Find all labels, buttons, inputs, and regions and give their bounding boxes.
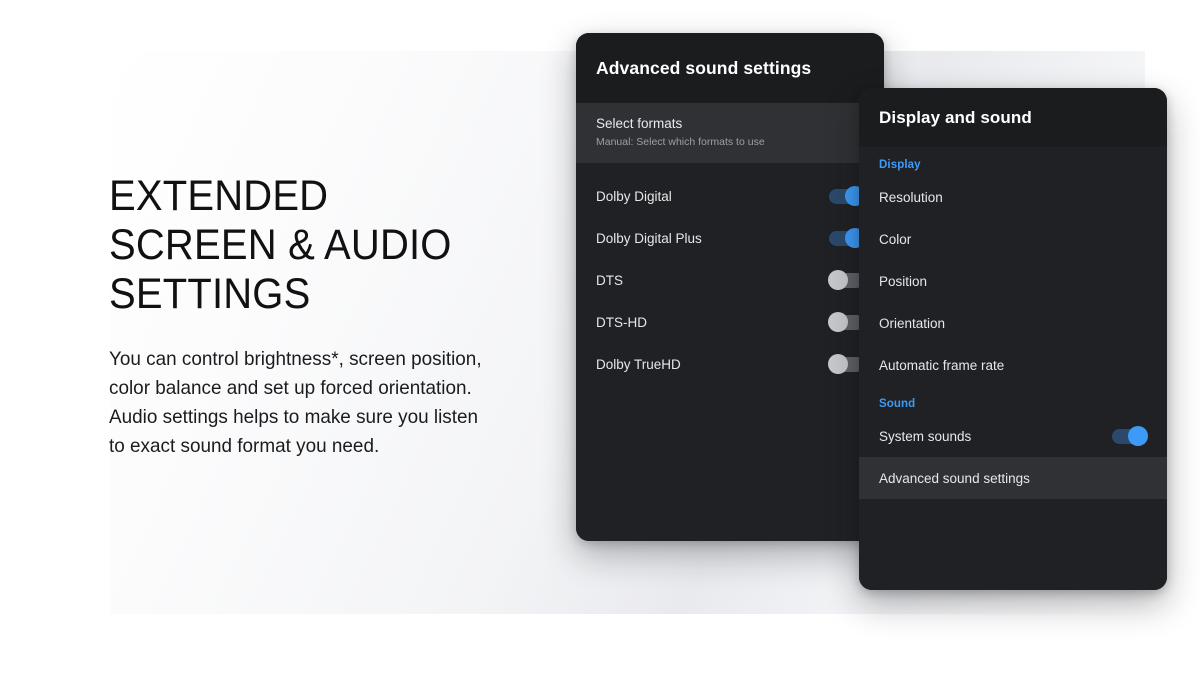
display-panel-header: Display and sound	[859, 88, 1167, 147]
menu-item-label: Color	[879, 231, 912, 247]
menu-item-label: Advanced sound settings	[879, 470, 1030, 486]
select-formats-title: Select formats	[596, 116, 683, 131]
toggle-knob	[828, 270, 848, 290]
toggle-knob	[828, 354, 848, 374]
menu-item-advanced-sound-settings[interactable]: Advanced sound settings	[859, 457, 1167, 499]
format-label: Dolby TrueHD	[596, 356, 681, 372]
format-label: Dolby Digital	[596, 188, 672, 204]
menu-item-system-sounds[interactable]: System sounds	[859, 415, 1167, 457]
format-label: DTS	[596, 272, 623, 288]
display-panel-body: Display Resolution Color Position Orient…	[859, 147, 1167, 590]
menu-item-orientation[interactable]: Orientation	[859, 302, 1167, 344]
toggle-knob	[828, 312, 848, 332]
display-and-sound-panel: Display and sound Display Resolution Col…	[859, 88, 1167, 590]
menu-item-label: Orientation	[879, 315, 946, 331]
section-header-sound: Sound	[879, 398, 916, 410]
section-header-display: Display	[879, 159, 921, 171]
advanced-sound-settings-panel: Advanced sound settings Select formats M…	[576, 33, 884, 541]
menu-item-label: Resolution	[879, 189, 943, 205]
menu-item-color[interactable]: Color	[859, 218, 1167, 260]
menu-item-label: Position	[879, 273, 928, 289]
screenshot-root: EXTENDED SCREEN & AUDIO SETTINGS You can…	[0, 0, 1200, 675]
menu-item-position[interactable]: Position	[859, 260, 1167, 302]
advanced-panel-header: Advanced sound settings	[576, 33, 884, 103]
select-formats-row[interactable]: Select formats Manual: Select which form…	[576, 103, 884, 163]
menu-item-label: Automatic frame rate	[879, 357, 1005, 373]
advanced-panel-body: Select formats Manual: Select which form…	[576, 103, 884, 541]
page-title: EXTENDED SCREEN & AUDIO SETTINGS	[109, 172, 452, 318]
format-row-dts[interactable]: DTS	[576, 259, 884, 301]
promo-description: You can control brightness*, screen posi…	[109, 348, 482, 457]
menu-item-automatic-frame-rate[interactable]: Automatic frame rate	[859, 344, 1167, 386]
format-row-dts-hd[interactable]: DTS-HD	[576, 301, 884, 343]
display-panel-title: Display and sound	[879, 107, 1032, 127]
format-row-dolby-truehd[interactable]: Dolby TrueHD	[576, 343, 884, 385]
format-label: Dolby Digital Plus	[596, 230, 702, 246]
system-sounds-toggle[interactable]	[1112, 426, 1148, 446]
select-formats-subtitle: Manual: Select which formats to use	[596, 136, 765, 148]
format-row-dolby-digital[interactable]: Dolby Digital	[576, 175, 884, 217]
promo-copy: EXTENDED SCREEN & AUDIO SETTINGS You can…	[109, 172, 529, 461]
menu-item-label: System sounds	[879, 428, 972, 444]
format-label: DTS-HD	[596, 314, 647, 330]
toggle-knob	[1128, 426, 1148, 446]
format-row-dolby-digital-plus[interactable]: Dolby Digital Plus	[576, 217, 884, 259]
advanced-panel-title: Advanced sound settings	[596, 57, 812, 78]
menu-item-resolution[interactable]: Resolution	[859, 176, 1167, 218]
